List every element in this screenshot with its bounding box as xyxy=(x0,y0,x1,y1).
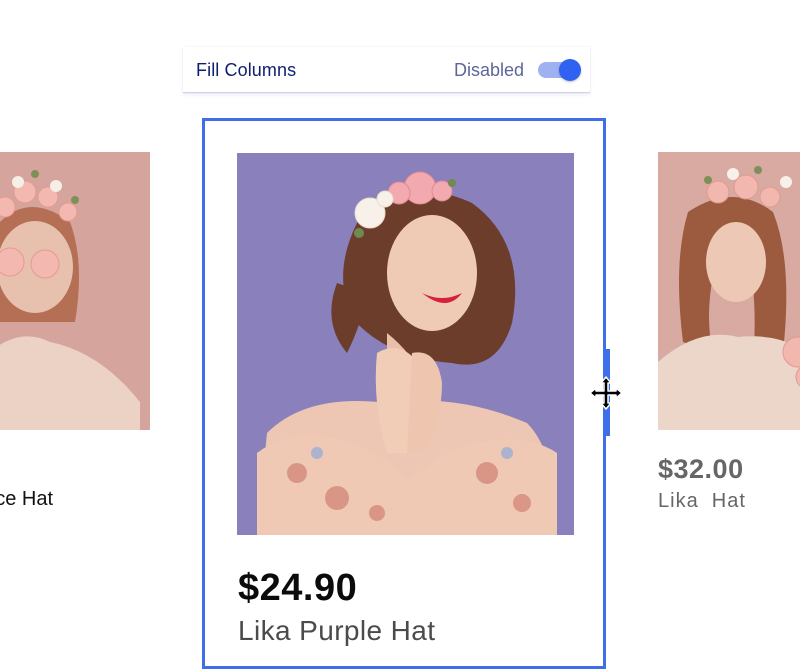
product-name-main: Lika Purple Hat xyxy=(238,615,436,646)
product-card-selected[interactable]: $24.90 Lika Purple Hat xyxy=(202,118,606,669)
product-card-left[interactable]: Lika Lace Hat xyxy=(0,152,150,512)
product-photo-right xyxy=(658,152,800,430)
fill-columns-status: Disabled xyxy=(453,60,524,80)
product-price-main: $24.90 xyxy=(238,567,358,609)
product-photo-left xyxy=(0,152,150,430)
fill-columns-label: Fill Columns xyxy=(196,60,297,80)
product-card-right[interactable]: $32.00 Lika Hat xyxy=(658,152,800,522)
product-name-right: Lika Hat xyxy=(658,490,746,512)
toggle-knob xyxy=(559,59,581,81)
product-name-left: Lika Lace Hat xyxy=(0,488,53,510)
product-photo-main xyxy=(237,153,574,535)
fill-columns-toolbar: Fill Columns Disabled xyxy=(183,47,590,93)
fill-columns-toggle[interactable] xyxy=(538,59,582,81)
move-cursor-icon xyxy=(587,374,625,412)
product-price-right: $32.00 xyxy=(658,454,744,484)
